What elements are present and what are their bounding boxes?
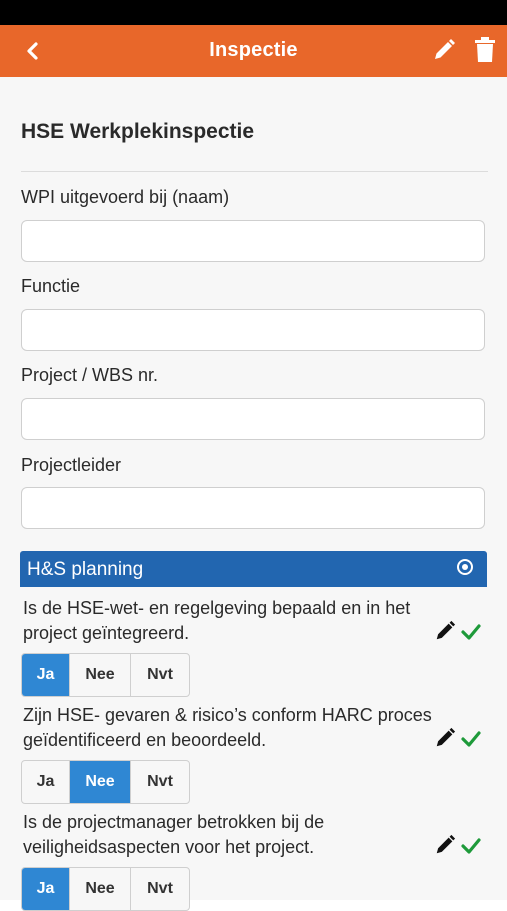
option-ja[interactable]: Ja: [22, 654, 70, 696]
check-icon: [461, 838, 481, 854]
question-actions: [434, 834, 484, 858]
pencil-icon: [435, 39, 455, 59]
question-text: Zijn HSE- gevaren & risico’s conform HAR…: [23, 705, 432, 750]
answer-segmented-control: Ja Nee Nvt: [21, 867, 190, 911]
content: HSE Werkplekinspectie WPI uitgevoerd bij…: [0, 77, 507, 911]
answer-segmented-control: Ja Nee Nvt: [21, 760, 190, 804]
radio-icon[interactable]: [457, 559, 473, 575]
section-title: H&S planning: [27, 559, 144, 580]
field-label-name: WPI uitgevoerd bij (naam): [21, 187, 230, 207]
option-nee[interactable]: Nee: [70, 868, 131, 910]
option-nee[interactable]: Nee: [70, 761, 131, 803]
form-title: HSE Werkplekinspectie: [21, 120, 255, 143]
option-nvt[interactable]: Nvt: [131, 868, 189, 910]
pencil-icon[interactable]: [434, 834, 456, 856]
page-title: Inspectie: [209, 39, 298, 61]
section-header[interactable]: H&S planning: [20, 551, 487, 587]
pencil-icon[interactable]: [434, 620, 456, 642]
field-label-projectleader: Projectleider: [21, 455, 122, 475]
answer-segmented-control: Ja Nee Nvt: [21, 653, 190, 697]
question-actions: [434, 727, 484, 751]
option-ja[interactable]: Ja: [22, 761, 70, 803]
divider: [21, 171, 488, 172]
edit-button[interactable]: [432, 38, 456, 62]
question-actions: [434, 620, 484, 644]
field-label-function: Functie: [21, 276, 81, 296]
project-input[interactable]: [21, 398, 485, 440]
option-nee[interactable]: Nee: [70, 654, 131, 696]
question-text: Is de projectmanager betrokken bij de ve…: [23, 812, 325, 857]
option-ja[interactable]: Ja: [22, 868, 70, 910]
status-bar: [0, 0, 507, 25]
field-label-project: Project / WBS nr.: [21, 365, 159, 385]
trash-icon: [475, 37, 495, 62]
nav-bar: Inspectie: [0, 25, 507, 77]
pencil-icon[interactable]: [434, 727, 456, 749]
projectleader-input[interactable]: [21, 487, 485, 529]
delete-button[interactable]: [474, 37, 496, 63]
option-nvt[interactable]: Nvt: [131, 654, 189, 696]
name-input[interactable]: [21, 220, 485, 262]
check-icon: [461, 731, 481, 747]
question-text: Is de HSE-wet- en regelgeving bepaald en…: [23, 598, 411, 643]
option-nvt[interactable]: Nvt: [131, 761, 189, 803]
function-input[interactable]: [21, 309, 485, 351]
check-icon: [461, 624, 481, 640]
